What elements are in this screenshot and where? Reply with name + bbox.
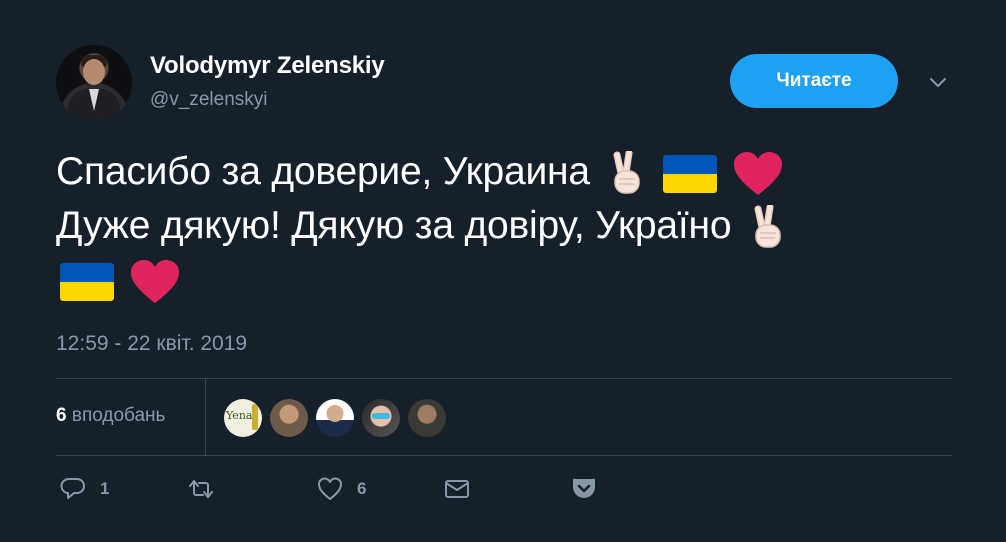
tweet-line-3 xyxy=(56,253,956,307)
liker-avatar[interactable] xyxy=(316,399,354,437)
likes-count: 6 xyxy=(56,405,67,426)
profile-avatar[interactable] xyxy=(56,45,132,121)
like-button[interactable]: 6 xyxy=(317,476,366,502)
victory-hand-icon xyxy=(754,204,781,248)
victory-hand-icon xyxy=(613,150,640,194)
pocket-icon xyxy=(573,479,595,498)
liker-avatar[interactable] xyxy=(270,399,308,437)
divider-top xyxy=(56,378,952,379)
tweet-line-2: Дуже дякую! Дякую за довіру, Україно xyxy=(56,199,956,253)
red-heart-icon xyxy=(130,259,179,303)
retweet-icon xyxy=(189,480,213,498)
liker-avatars: Yena xyxy=(224,399,454,437)
tweet-line-1: Спасибо за доверие, Украина xyxy=(56,145,956,199)
pocket-button[interactable] xyxy=(571,476,597,502)
direct-message-icon xyxy=(445,480,469,498)
tweet-actions: 1 6 xyxy=(0,476,1006,506)
like-count: 6 xyxy=(357,479,367,498)
stats-divider xyxy=(205,379,206,455)
following-button[interactable]: Читаєте xyxy=(730,54,898,108)
liker-avatar[interactable] xyxy=(362,399,400,437)
ukraine-flag-icon xyxy=(663,154,718,193)
like-icon xyxy=(318,477,342,500)
liker-avatar[interactable] xyxy=(408,399,446,437)
divider-bottom xyxy=(56,455,952,456)
tweet-timestamp[interactable]: 12:59 - 22 квіт. 2019 xyxy=(56,332,247,356)
user-display-name[interactable]: Volodymyr Zelenskiy xyxy=(150,52,385,80)
reply-count: 1 xyxy=(100,479,110,498)
tweet-line-2-text: Дуже дякую! Дякую за довіру, Україно xyxy=(56,204,732,247)
tweet-text: Спасибо за доверие, Украина Дуже дякую! … xyxy=(56,145,956,307)
retweet-button[interactable] xyxy=(188,476,228,502)
liker-avatar-text: Yena xyxy=(226,409,253,422)
likes-label: вподобань xyxy=(71,405,166,426)
direct-message-button[interactable] xyxy=(444,476,470,502)
ukraine-flag-icon xyxy=(60,262,114,301)
red-heart-icon xyxy=(733,151,782,195)
tweet-line-1-text: Спасибо за доверие, Украина xyxy=(56,150,590,193)
user-handle[interactable]: @v_zelenskyi xyxy=(150,89,268,111)
liker-avatar[interactable]: Yena xyxy=(224,399,262,437)
reply-icon xyxy=(60,478,85,499)
chevron-down-icon[interactable] xyxy=(928,72,948,92)
likes-stat[interactable]: 6 вподобань xyxy=(56,405,165,427)
reply-button[interactable]: 1 xyxy=(60,476,109,502)
